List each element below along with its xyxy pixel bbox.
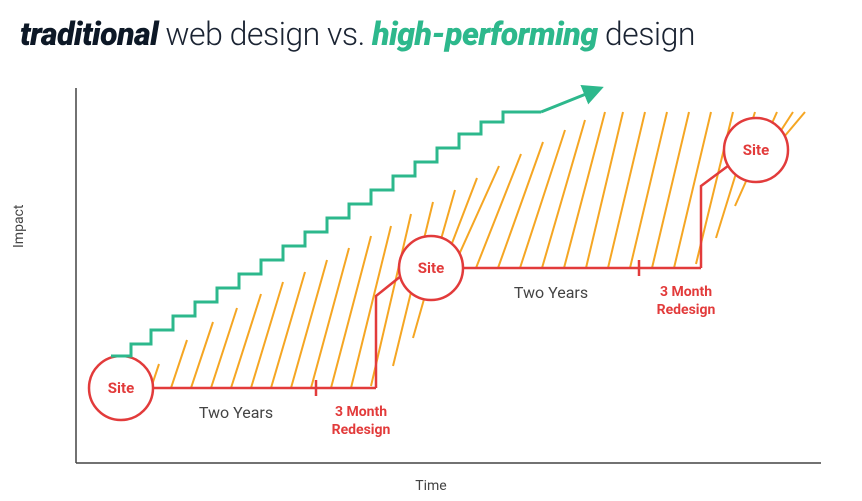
high-performing-arrow [541, 90, 596, 112]
period-label-2: Two Years [514, 283, 588, 302]
redesign-label-2b: Redesign [657, 302, 716, 318]
redesign-label-2a: 3 Month [660, 284, 712, 300]
y-axis-label: Impact [11, 205, 27, 248]
high-performing-line [111, 112, 541, 356]
title-traditional: traditional [20, 15, 158, 53]
redesign-label-1b: Redesign [332, 422, 391, 438]
chart-svg: Site Site Site Two Years 3 Month Redesig… [21, 68, 841, 488]
period-label-1: Two Years [199, 403, 273, 422]
svg-text:Site: Site [418, 259, 444, 277]
site-node-2: Site [399, 236, 463, 300]
svg-text:Site: Site [743, 141, 769, 159]
site-node-1: Site [89, 356, 153, 420]
svg-text:Site: Site [108, 379, 134, 397]
hatch-area [151, 112, 805, 388]
title-high-performing: high-performing [372, 15, 597, 53]
title-mid: web design vs. [158, 15, 372, 53]
title-end: design [598, 15, 695, 53]
redesign-label-1a: 3 Month [335, 404, 387, 420]
chart-title: traditional web design vs. high-performi… [20, 15, 842, 53]
chart-area: Impact Time [21, 68, 841, 488]
x-axis-label: Time [415, 478, 446, 494]
site-node-3: Site [724, 118, 788, 182]
